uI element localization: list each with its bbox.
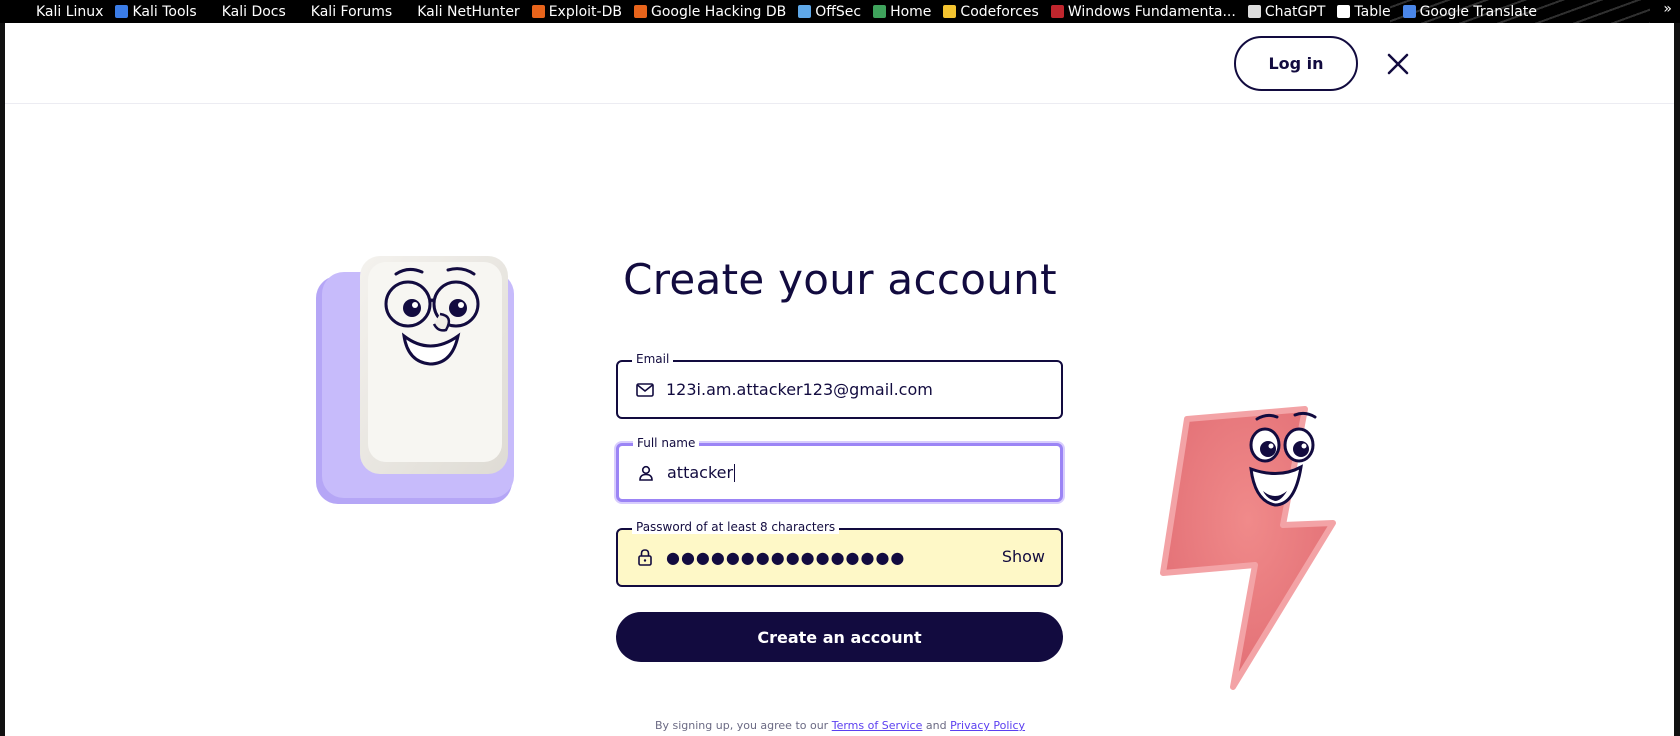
bookmark-label: Home: [890, 3, 932, 20]
notion-icon: [1337, 5, 1351, 18]
google-translate-icon: [1402, 5, 1416, 18]
bookmark-item[interactable]: Table: [1337, 3, 1391, 20]
email-field-label: Email: [632, 352, 674, 366]
bookmark-item[interactable]: Kali NetHunter: [404, 4, 519, 20]
keycap-mascot-illustration: [312, 252, 526, 510]
bookmark-label: Table: [1354, 3, 1391, 20]
bookmark-label: Windows Fundamenta...: [1067, 3, 1236, 20]
codeforces-icon: [943, 5, 957, 18]
bookmark-item[interactable]: Kali Forums: [298, 4, 392, 20]
home-icon: [873, 5, 887, 18]
log-in-button[interactable]: Log in: [1234, 36, 1358, 91]
bookmark-label: Kali Docs: [221, 3, 286, 20]
bookmark-item[interactable]: Kali Tools: [115, 3, 197, 20]
password-value: ●●●●●●●●●●●●●●●●: [666, 548, 906, 567]
full-name-field-label: Full name: [633, 436, 700, 450]
person-icon: [635, 462, 657, 484]
bookmark-item[interactable]: OffSec: [798, 4, 861, 20]
bookmarks-list: Kali Linux Kali Tools Kali Docs Kali Forums…: [36, 4, 1549, 20]
terms-of-service-link[interactable]: Terms of Service: [832, 719, 923, 732]
bookmark-label: OffSec: [815, 3, 862, 20]
bookmark-item[interactable]: Kali Docs: [209, 4, 286, 20]
bookmark-item[interactable]: Kali Linux: [36, 4, 103, 20]
bookmarks-overflow-icon[interactable]: »: [1663, 1, 1672, 17]
page-title: Create your account: [623, 255, 1057, 304]
bookmark-item[interactable]: Codeforces: [943, 3, 1039, 20]
bookmarks-bar: Kali Linux Kali Tools Kali Docs Kali Forums…: [0, 0, 1680, 23]
password-field-label: Password of at least 8 characters: [632, 520, 840, 534]
close-icon[interactable]: [1385, 51, 1411, 77]
bookmark-item[interactable]: Exploit-DB: [531, 3, 622, 20]
site-header: Log in: [5, 23, 1674, 104]
create-account-button[interactable]: Create an account: [616, 612, 1063, 662]
kali-tools-icon: [115, 5, 129, 18]
bookmark-label: Codeforces: [960, 3, 1039, 20]
privacy-policy-link[interactable]: Privacy Policy: [950, 719, 1025, 732]
bookmark-label: Kali Linux: [36, 3, 104, 20]
bookmark-label: Kali NetHunter: [417, 3, 520, 20]
bookmark-item[interactable]: Google Translate: [1402, 3, 1537, 20]
lock-icon: [634, 547, 656, 569]
bookmark-item[interactable]: ChatGPT: [1247, 3, 1326, 20]
bookmark-label: Kali Forums: [310, 3, 393, 20]
ghdb-icon: [633, 5, 647, 18]
bookmark-label: Exploit-DB: [548, 3, 622, 20]
bookmark-item[interactable]: Windows Fundamenta...: [1050, 3, 1236, 20]
bookmark-label: Google Translate: [1419, 3, 1537, 20]
mail-icon: [634, 379, 656, 401]
full-name-value: attacker: [667, 462, 736, 483]
email-field[interactable]: Email 123i.am.attacker123@gmail.com: [616, 352, 1063, 419]
bookmark-label: Google Hacking DB: [650, 3, 787, 20]
lightning-bolt-mascot-illustration: [1155, 405, 1345, 690]
email-value: 123i.am.attacker123@gmail.com: [666, 380, 933, 399]
show-password-button[interactable]: Show: [1002, 547, 1045, 566]
chatgpt-icon: [1247, 5, 1261, 18]
offsec-icon: [798, 5, 812, 18]
password-field[interactable]: Password of at least 8 characters ●●●●●●…: [616, 520, 1063, 587]
window-frame-left: [0, 23, 5, 736]
exploit-db-icon: [531, 5, 545, 18]
bookmark-item[interactable]: Home: [873, 4, 931, 20]
window-frame-right: [1674, 23, 1680, 736]
legal-prefix: By signing up, you agree to our: [654, 719, 832, 732]
bookmark-item[interactable]: Google Hacking DB: [633, 3, 787, 20]
tryhackme-icon: [1050, 5, 1064, 18]
bookmark-label: Kali Tools: [132, 3, 197, 20]
legal-middle: and: [922, 719, 951, 732]
legal-notice: By signing up, you agree to our Terms of…: [560, 719, 1120, 732]
text-caret: [734, 464, 736, 483]
bookmark-label: ChatGPT: [1264, 3, 1326, 20]
full-name-field[interactable]: Full name attacker: [616, 436, 1063, 502]
full-name-text: attacker: [667, 462, 734, 482]
